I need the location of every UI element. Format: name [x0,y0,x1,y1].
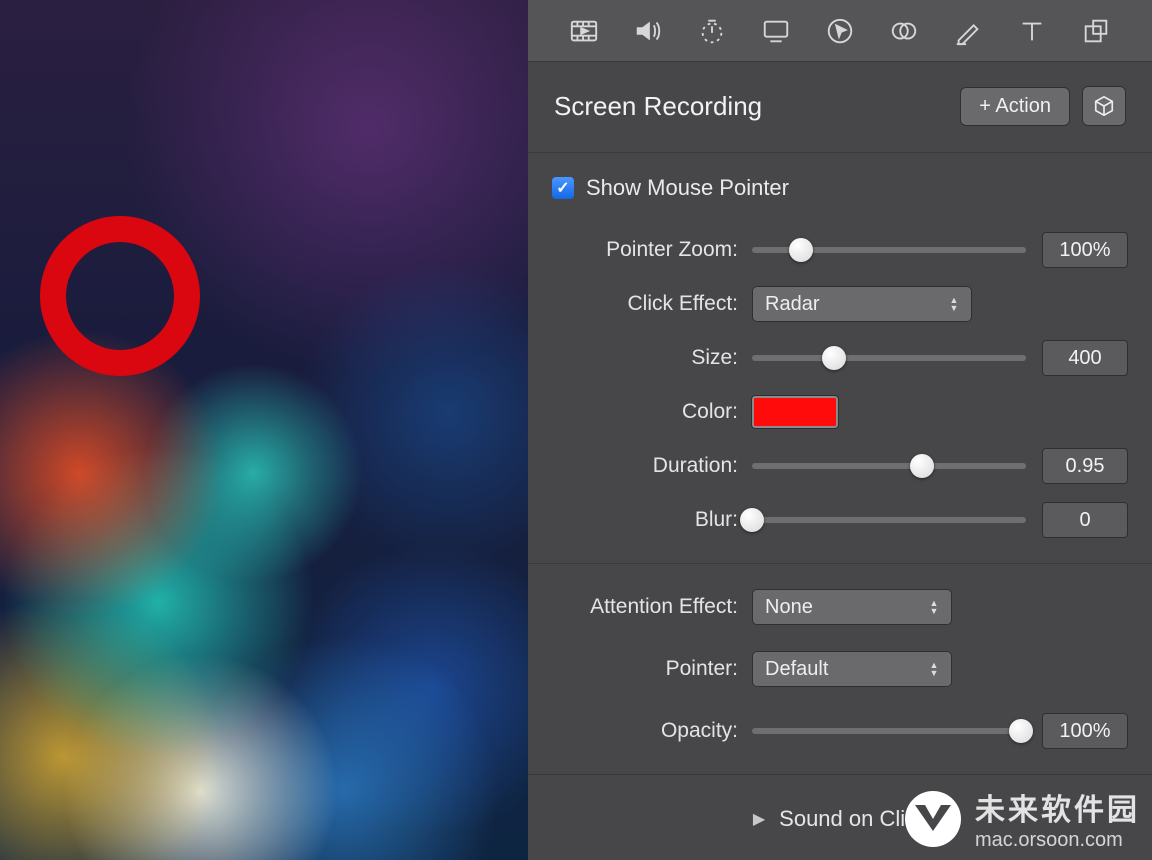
chevron-updown-icon: ▲▼ [945,296,963,312]
blur-label: Blur: [552,508,752,532]
triangle-right-icon: ▶ [753,809,765,829]
blend-tab-icon[interactable] [888,15,920,47]
slider-thumb-icon[interactable] [740,508,764,532]
slider-thumb-icon[interactable] [1009,719,1033,743]
show-mouse-pointer-checkbox[interactable]: ✓ [552,177,574,199]
timing-tab-icon[interactable] [696,15,728,47]
size-label: Size: [552,346,752,370]
show-mouse-pointer-row: ✓ Show Mouse Pointer [552,175,1128,201]
click-effect-select[interactable]: Radar ▲▼ [752,286,972,322]
pointer-zoom-value[interactable]: 100% [1042,232,1128,268]
opacity-slider[interactable] [752,728,1026,734]
duration-label: Duration: [552,454,752,478]
inspector-panel: Screen Recording + Action ✓ Show Mouse P… [528,0,1152,860]
sound-on-click-disclosure[interactable]: ▶ Sound on Click [552,791,1128,847]
sound-on-click-label: Sound on Click [779,806,927,832]
attention-effect-value: None [765,596,813,619]
pointer-zoom-slider[interactable] [752,247,1026,253]
panel-title-row: Screen Recording + Action [528,62,1152,153]
video-preview [0,0,528,860]
add-action-button[interactable]: + Action [960,87,1070,126]
attention-effect-select[interactable]: None ▲▼ [752,589,952,625]
duration-slider[interactable] [752,463,1026,469]
cursor-tab-icon[interactable] [824,15,856,47]
pointer-value: Default [765,658,828,681]
video-tab-icon[interactable] [568,15,600,47]
pointer-select[interactable]: Default ▲▼ [752,651,952,687]
size-row: Size: 400 [552,331,1128,385]
size-slider[interactable] [752,355,1026,361]
size-value[interactable]: 400 [1042,340,1128,376]
click-effect-label: Click Effect: [552,292,752,316]
pointer-label: Pointer: [552,657,752,681]
display-tab-icon[interactable] [760,15,792,47]
color-label: Color: [552,400,752,424]
duration-row: Duration: 0.95 [552,439,1128,493]
layout-tab-icon[interactable] [1080,15,1112,47]
click-effect-row: Click Effect: Radar ▲▼ [552,277,1128,331]
panel-title: Screen Recording [554,91,960,122]
opacity-label: Opacity: [552,719,752,743]
audio-tab-icon[interactable] [632,15,664,47]
color-row: Color: [552,385,1128,439]
slider-thumb-icon[interactable] [789,238,813,262]
duration-value[interactable]: 0.95 [1042,448,1128,484]
opacity-value[interactable]: 100% [1042,713,1128,749]
show-mouse-pointer-label: Show Mouse Pointer [586,175,789,201]
section-divider [528,774,1152,775]
section-divider [528,563,1152,564]
slider-thumb-icon[interactable] [822,346,846,370]
attention-effect-row: Attention Effect: None ▲▼ [552,580,1128,634]
radar-click-effect-preview [40,216,200,376]
pointer-row: Pointer: Default ▲▼ [552,642,1128,696]
chevron-updown-icon: ▲▼ [925,661,943,677]
blur-slider[interactable] [752,517,1026,523]
blur-row: Blur: 0 [552,493,1128,547]
pointer-zoom-row: Pointer Zoom: 100% [552,223,1128,277]
pointer-zoom-label: Pointer Zoom: [552,238,752,262]
presets-button[interactable] [1082,86,1126,126]
click-effect-value: Radar [765,293,819,316]
blur-value[interactable]: 0 [1042,502,1128,538]
slider-thumb-icon[interactable] [910,454,934,478]
color-swatch[interactable] [752,396,838,428]
chevron-updown-icon: ▲▼ [925,599,943,615]
text-tab-icon[interactable] [1016,15,1048,47]
opacity-row: Opacity: 100% [552,704,1128,758]
attention-effect-label: Attention Effect: [552,595,752,619]
inspector-toolbar [528,0,1152,62]
annotate-tab-icon[interactable] [952,15,984,47]
